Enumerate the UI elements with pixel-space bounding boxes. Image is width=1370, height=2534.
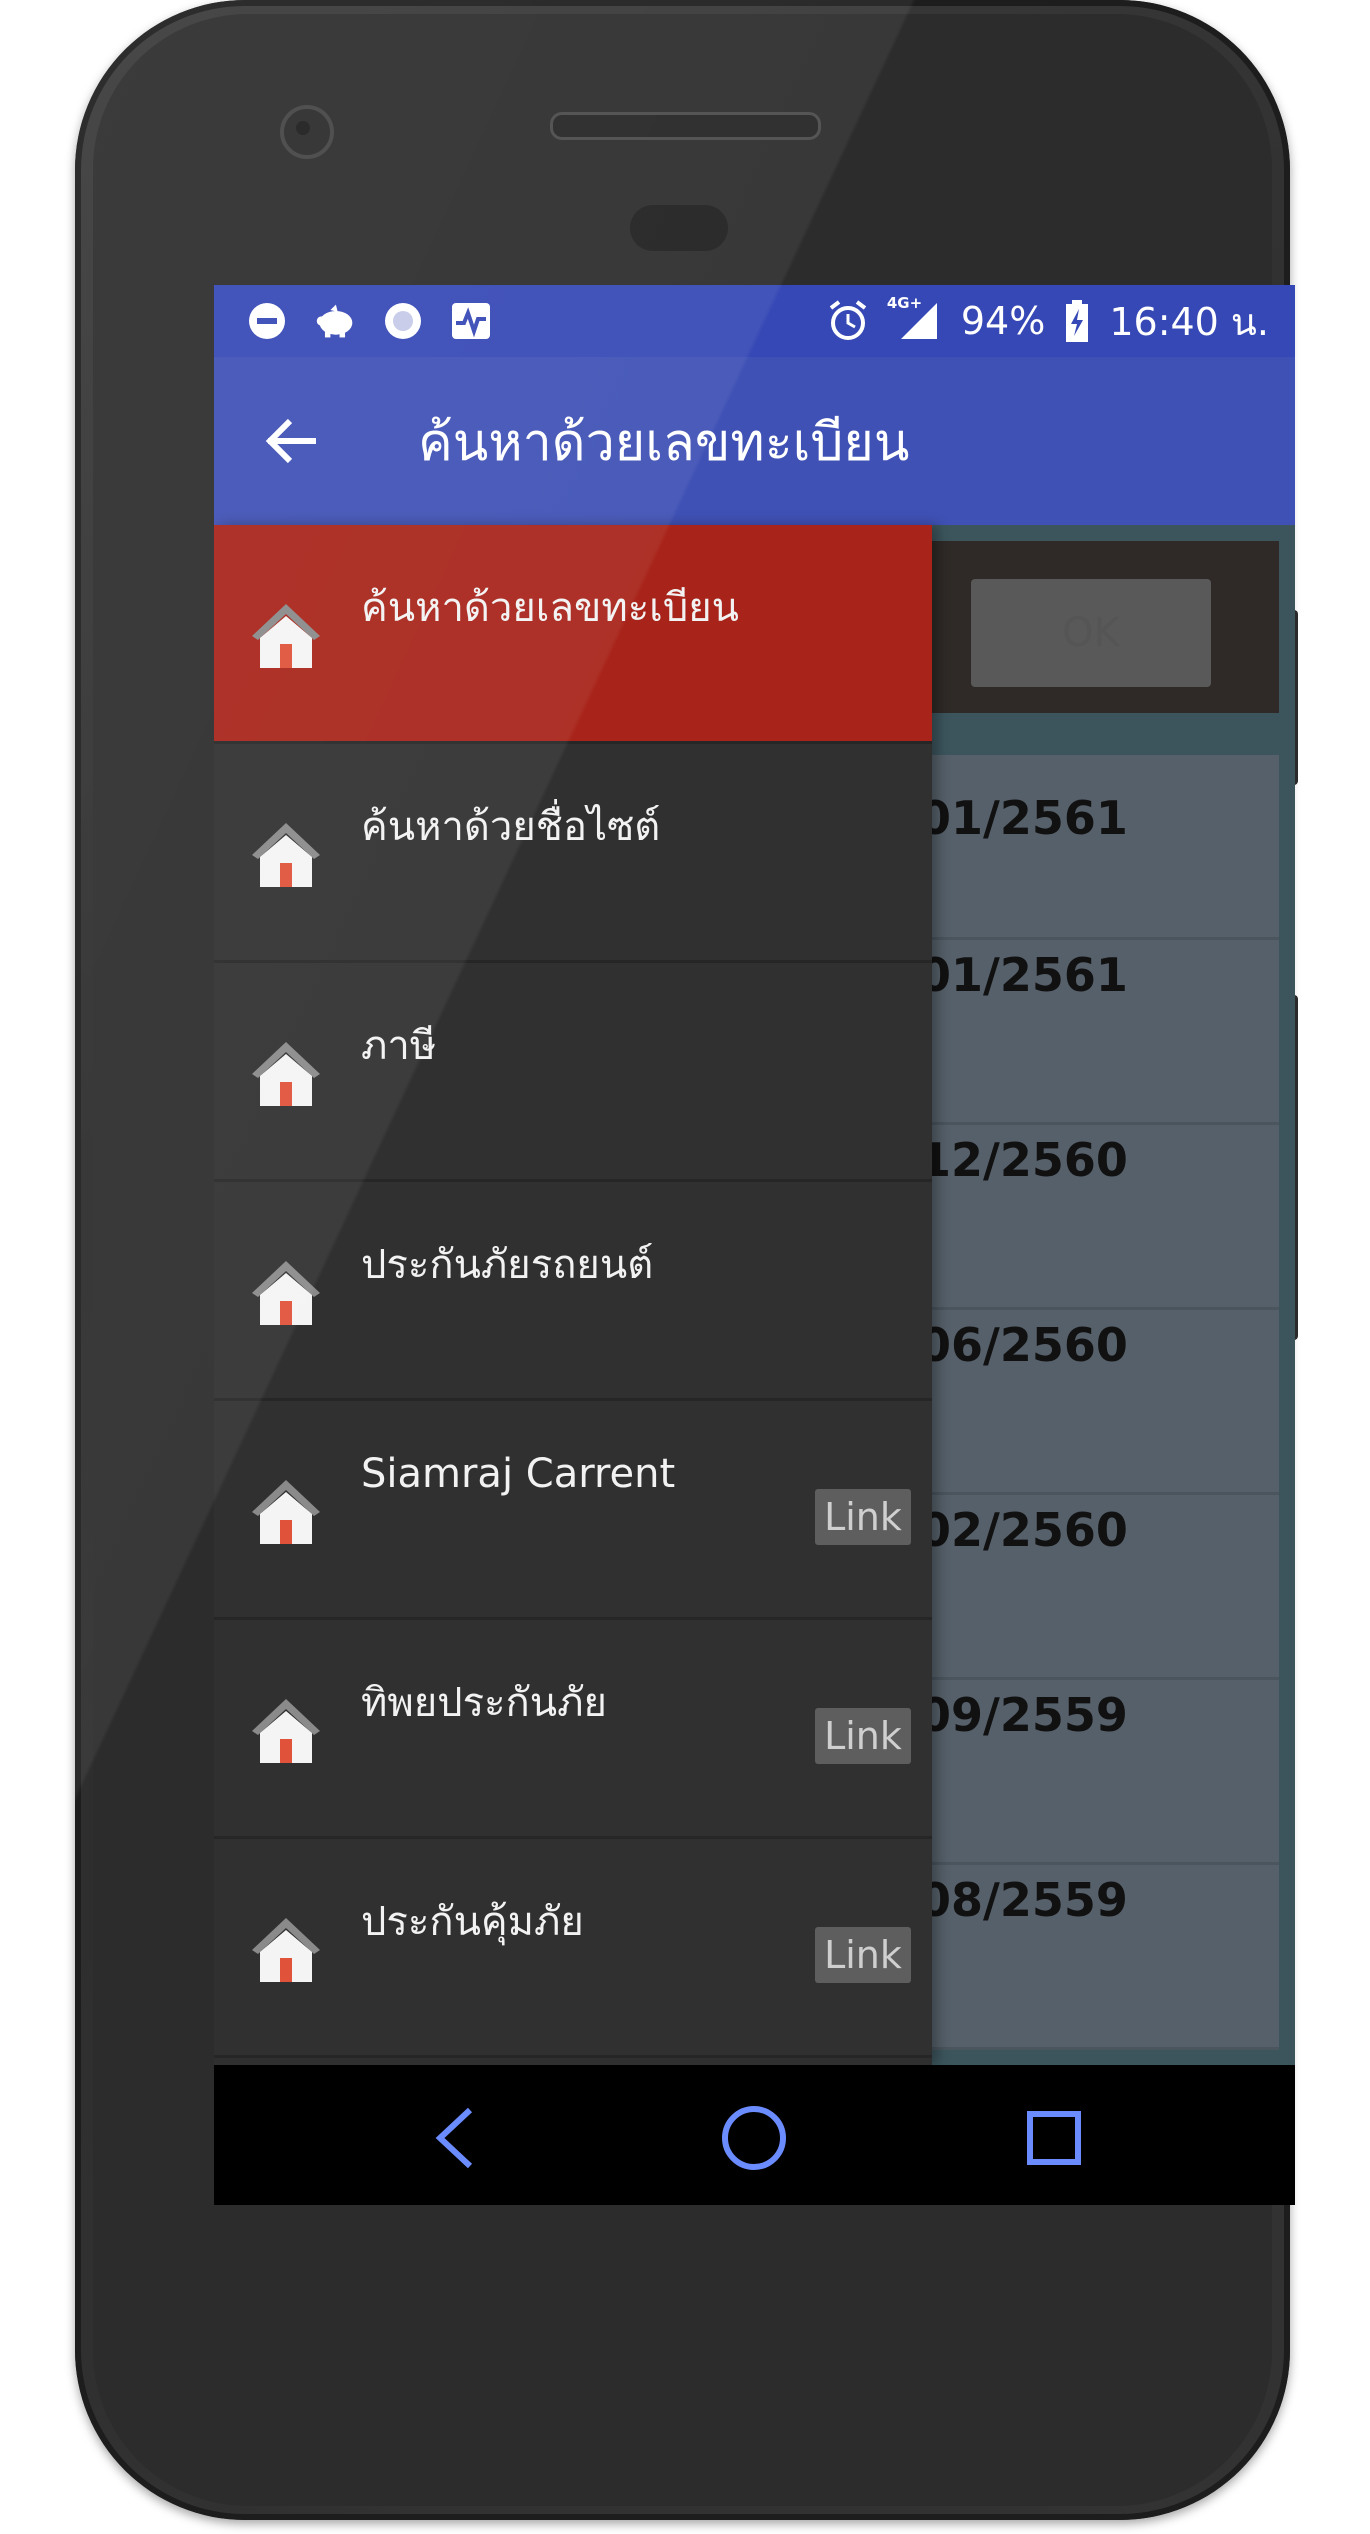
signal-icon: 4G+ bbox=[887, 294, 943, 342]
do-not-disturb-icon bbox=[246, 300, 288, 342]
house-icon bbox=[252, 604, 320, 668]
house-icon bbox=[252, 1918, 320, 1982]
drawer-item-label: ประกันคุ้มภัย bbox=[361, 1899, 584, 1945]
system-nav-bar bbox=[214, 2065, 1295, 2205]
phone-frame: 4G+ 94% 16:40 น. ค้นหาด้วยเลขทะเบียน OK bbox=[75, 0, 1298, 2520]
link-button[interactable]: Link bbox=[815, 1708, 911, 1764]
house-icon bbox=[252, 1261, 320, 1325]
front-camera bbox=[280, 105, 334, 159]
activity-monitor-icon bbox=[450, 300, 492, 342]
proximity-sensor bbox=[630, 205, 728, 251]
drawer-item-label: Siamraj Carrent bbox=[361, 1451, 676, 1497]
screen: 4G+ 94% 16:40 น. ค้นหาด้วยเลขทะเบียน OK bbox=[214, 285, 1295, 2205]
house-icon bbox=[252, 1042, 320, 1106]
back-arrow-icon[interactable] bbox=[264, 409, 328, 473]
drawer-item-khumphai-insurance[interactable]: ประกันคุ้มภัย Link bbox=[214, 1839, 932, 2058]
house-icon bbox=[252, 1480, 320, 1544]
circle-app-icon bbox=[382, 300, 424, 342]
drawer-item-label: ประกันภัยรถยนต์ bbox=[361, 1242, 654, 1288]
drawer-item-tax[interactable]: ภาษี bbox=[214, 963, 932, 1182]
link-button[interactable]: Link bbox=[815, 1927, 911, 1983]
navigation-drawer: ค้นหาด้วยเลขทะเบียน ค้นหาด้วยชื่อไซต์ ภา… bbox=[214, 525, 932, 2065]
piggy-bank-icon bbox=[314, 300, 356, 342]
house-icon bbox=[252, 1699, 320, 1763]
page-title: ค้นหาด้วยเลขทะเบียน bbox=[418, 412, 910, 473]
drawer-item-car-insurance[interactable]: ประกันภัยรถยนต์ bbox=[214, 1182, 932, 1401]
ok-button[interactable]: OK bbox=[971, 579, 1211, 687]
nav-recents-icon[interactable] bbox=[1019, 2103, 1089, 2173]
drawer-item-label: ภาษี bbox=[361, 1023, 437, 1069]
network-type: 4G+ bbox=[886, 294, 923, 312]
battery-percent: 94% bbox=[960, 299, 1046, 343]
drawer-item-label: ค้นหาด้วยเลขทะเบียน bbox=[361, 585, 740, 631]
house-icon bbox=[252, 823, 320, 887]
nav-back-icon[interactable] bbox=[419, 2103, 489, 2173]
drawer-item-dhipaya-insurance[interactable]: ทิพยประกันภัย Link bbox=[214, 1620, 932, 1839]
drawer-item-search-by-site[interactable]: ค้นหาด้วยชื่อไซต์ bbox=[214, 744, 932, 963]
link-button[interactable]: Link bbox=[815, 1489, 911, 1545]
drawer-item-label: ค้นหาด้วยชื่อไซต์ bbox=[361, 804, 661, 850]
clock: 16:40 น. bbox=[1109, 299, 1269, 344]
earpiece-speaker bbox=[550, 112, 821, 140]
alarm-icon bbox=[827, 300, 869, 342]
nav-home-icon[interactable] bbox=[719, 2103, 789, 2173]
battery-charging-icon bbox=[1063, 300, 1091, 342]
drawer-item-search-by-plate[interactable]: ค้นหาด้วยเลขทะเบียน bbox=[214, 525, 932, 744]
status-bar: 4G+ 94% 16:40 น. bbox=[214, 285, 1295, 357]
drawer-item-label: ทิพยประกันภัย bbox=[361, 1680, 607, 1726]
drawer-item-siamraj-carrent[interactable]: Siamraj Carrent Link bbox=[214, 1401, 932, 1620]
app-bar: ค้นหาด้วยเลขทะเบียน bbox=[214, 357, 1295, 525]
